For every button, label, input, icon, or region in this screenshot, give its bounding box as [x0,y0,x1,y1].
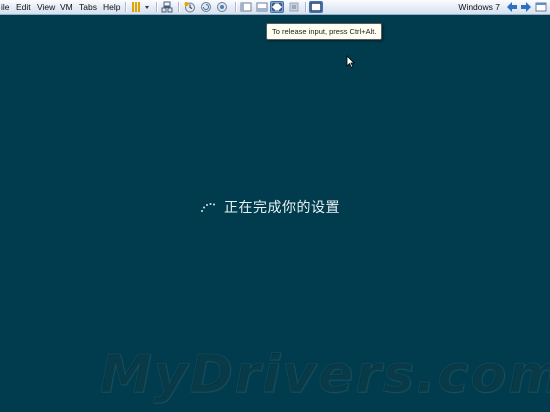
arrow-right-icon [521,2,531,12]
next-tab-button[interactable] [520,1,532,13]
toolbar-separator [156,2,157,12]
full-screen-button[interactable] [270,1,284,13]
toolbar-separator [125,2,126,12]
network-button[interactable] [161,1,173,13]
quick-switch-button[interactable] [256,1,268,13]
release-input-tooltip: To release input, press Ctrl+Alt. [266,23,383,40]
snapshot-manager-icon [217,2,227,12]
revert-snapshot-button[interactable] [200,1,212,13]
menu-tabs[interactable]: Tabs [79,2,97,13]
revert-icon [201,2,211,12]
watermark: MyDrivers.com [100,345,550,406]
arrow-left-icon [507,2,517,12]
power-icon [132,2,149,12]
window-view-icon [310,2,322,12]
full-screen-icon [271,2,283,12]
show-console-button[interactable] [240,1,252,13]
tab-list-icon [535,2,547,12]
mouse-cursor-icon [346,55,355,69]
menu-file[interactable]: ile [1,2,10,13]
quick-switch-icon [256,2,268,12]
unity-button[interactable] [288,1,300,13]
toolbar-separator [178,2,179,12]
setup-status-text: 正在完成你的设置 [224,200,340,216]
toolbar-separator [305,2,306,12]
unity-icon [289,2,299,12]
snapshot-manager-button[interactable] [216,1,228,13]
menu-help[interactable]: Help [103,2,120,13]
setup-status: 正在完成你的设置 [200,197,340,217]
fit-guest-button[interactable] [309,1,323,13]
vmware-menubar: ile Edit View VM Tabs Help Windows 7 [0,0,550,15]
menu-view[interactable]: View [37,2,55,13]
network-icon [161,1,173,13]
previous-tab-button[interactable] [506,1,518,13]
snapshot-icon [184,2,195,13]
loading-spinner-icon [201,203,215,212]
power-dropdown-button[interactable] [130,1,152,13]
tab-list-button[interactable] [535,1,547,13]
vm-name-label: Windows 7 [458,2,500,12]
snapshot-button[interactable] [184,1,196,13]
toolbar-separator [235,2,236,12]
menu-vm[interactable]: VM [60,2,73,13]
menu-edit[interactable]: Edit [16,2,31,13]
console-view-icon [240,2,252,12]
